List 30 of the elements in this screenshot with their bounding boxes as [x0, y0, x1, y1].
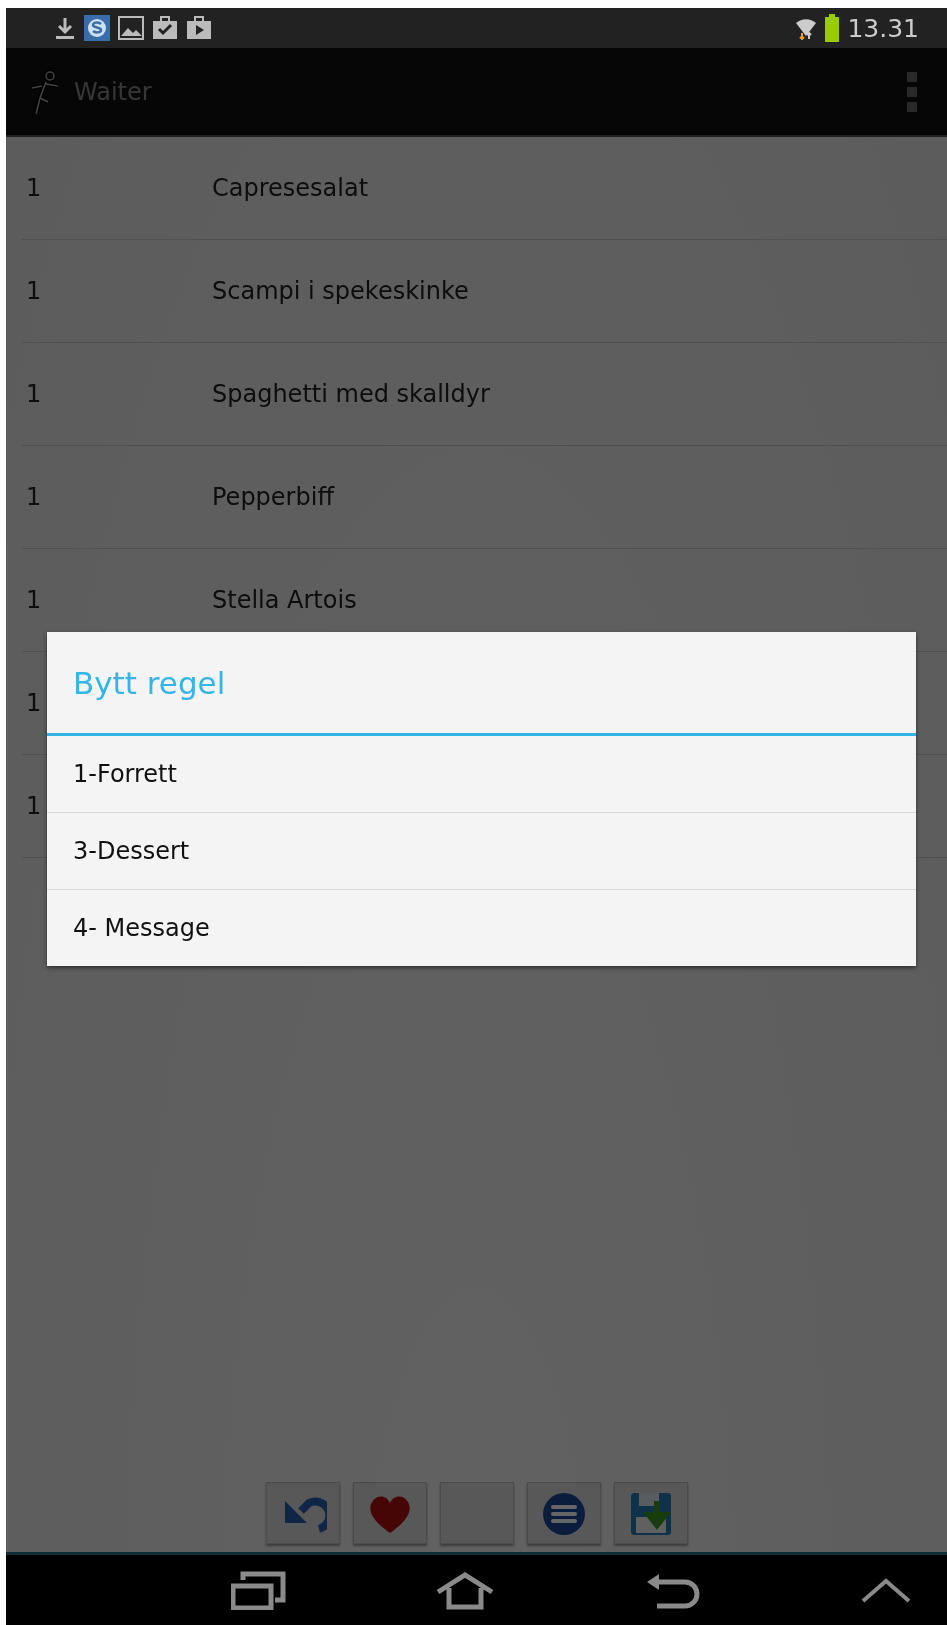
- item-name: Stella Artois: [212, 586, 357, 614]
- s-badge-icon: [84, 15, 110, 41]
- clock-time: 13.31: [847, 13, 919, 43]
- briefcase-check-icon: [152, 16, 178, 40]
- item-name: Capresesalat: [212, 174, 369, 202]
- quantity-text: 1: [25, 380, 43, 408]
- dialog-option[interactable]: 1-Forrett: [47, 736, 916, 812]
- quantity-text: 1: [25, 792, 43, 820]
- battery-icon: [825, 14, 840, 42]
- home-icon[interactable]: [435, 1570, 495, 1610]
- quantity-text: 1: [25, 174, 43, 202]
- image-icon: [118, 16, 144, 40]
- item-name: Scampi i spekeskinke: [212, 277, 469, 305]
- recent-apps-icon[interactable]: [231, 1570, 287, 1610]
- wifi-icon: [795, 16, 818, 40]
- item-name: Pepperbiff: [212, 483, 334, 511]
- dialog-option[interactable]: 3-Dessert: [47, 813, 916, 889]
- toolbar-button[interactable]: [352, 1482, 427, 1544]
- download-icon: [54, 16, 76, 40]
- dialog-title: Bytt regel: [72, 663, 227, 703]
- quantity-text: 1: [25, 689, 43, 717]
- dialog-option[interactable]: 4- Message: [47, 890, 916, 966]
- toolbar-button[interactable]: [265, 1482, 340, 1544]
- quantity-text: 1: [25, 483, 43, 511]
- toolbar-button[interactable]: [613, 1482, 688, 1544]
- quantity-text: 1: [25, 586, 43, 614]
- bag-play-icon: [186, 16, 212, 40]
- quantity-text: 1: [25, 277, 43, 305]
- toolbar-button[interactable]: [526, 1482, 601, 1544]
- item-name: Spaghetti med skalldyr: [212, 380, 490, 408]
